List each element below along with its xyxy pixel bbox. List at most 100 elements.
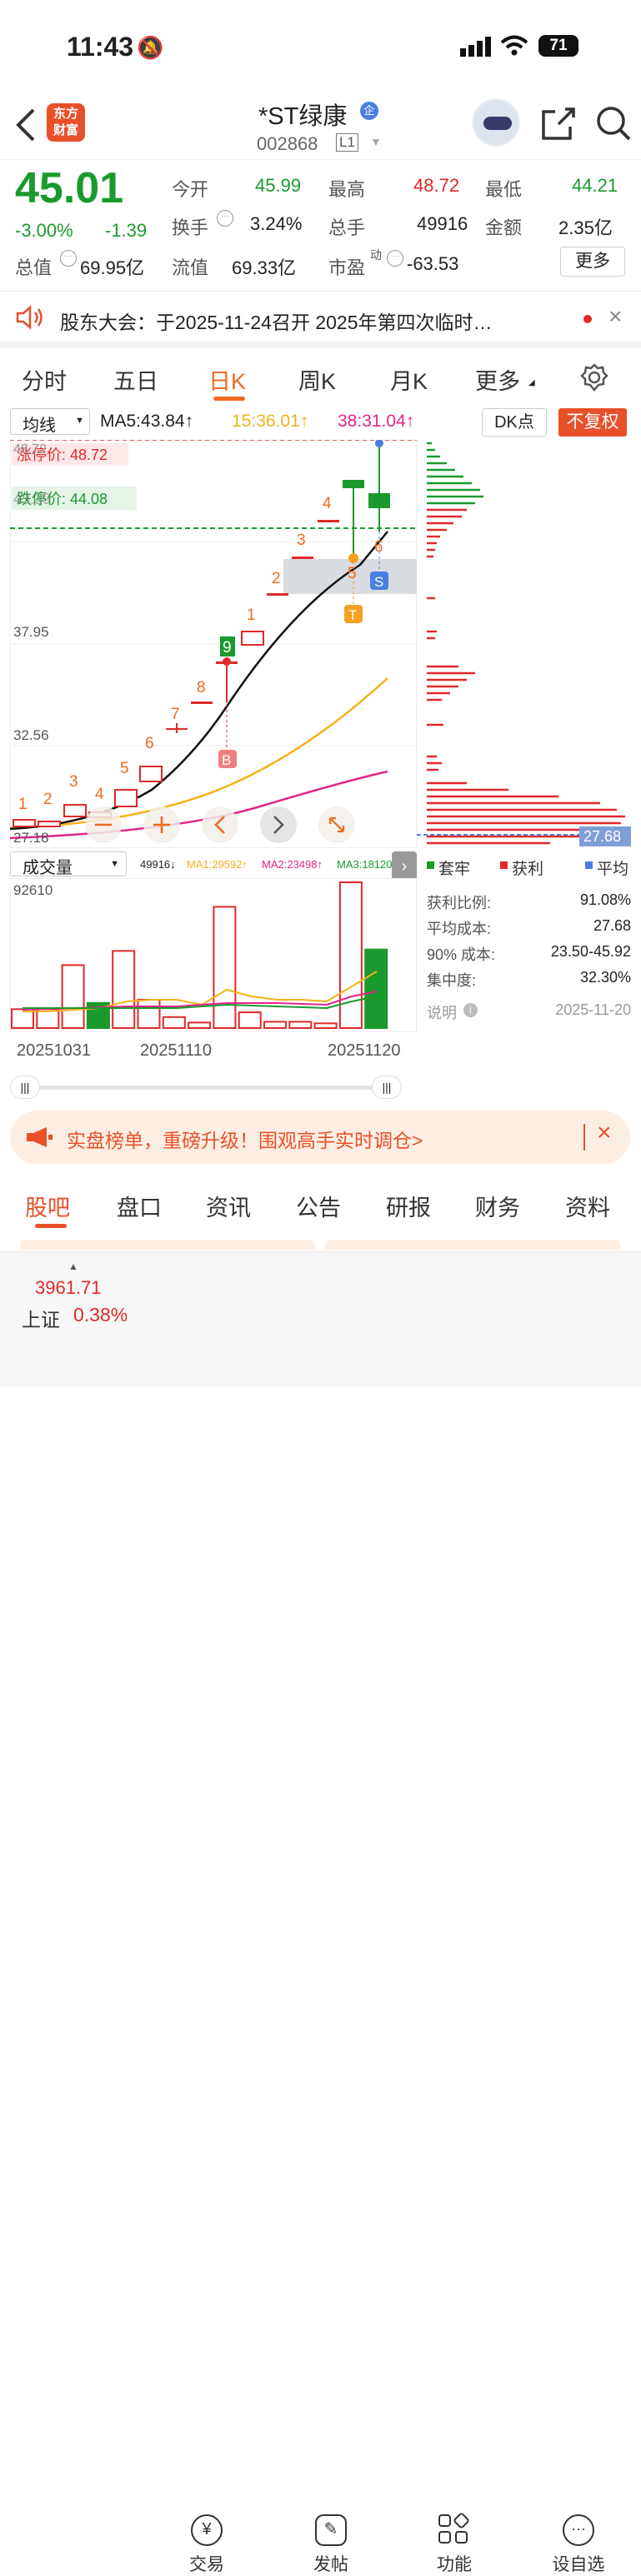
tab-research[interactable]: 研报	[386, 1190, 431, 1222]
tab-orderbook[interactable]: 盘口	[117, 1190, 162, 1222]
index-pct: 0.38%	[73, 1304, 128, 1325]
seq-marker: 5	[348, 565, 357, 582]
dropdown-icon[interactable]: ▼	[370, 135, 382, 148]
enterprise-badge: 企	[360, 102, 378, 120]
fullscreen-button[interactable]	[318, 806, 355, 843]
volume-bar	[188, 1021, 212, 1030]
nav-add-watchlist[interactable]: ··· 设自选	[537, 2514, 620, 2576]
megaphone-icon	[27, 1127, 53, 1147]
dk-point-button[interactable]: DK点	[482, 408, 547, 437]
ma10-value: 15:36.01↑	[232, 412, 309, 431]
stock-code: 002868	[257, 133, 318, 154]
tab-forum[interactable]: 股吧	[25, 1190, 70, 1222]
chart-range-slider[interactable]: ||| |||	[10, 1076, 417, 1099]
expand-arrow-button[interactable]: ›	[392, 851, 417, 881]
pe-value: -63.53	[407, 253, 459, 274]
top-price-label: 48.72	[13, 442, 47, 457]
tab-five-day[interactable]: 五日	[113, 363, 158, 396]
app-logo[interactable]: 东方 财富	[47, 103, 85, 142]
volume-value: 49916↓	[140, 858, 176, 871]
seq-marker: 4	[95, 786, 104, 803]
y-label: 37.95	[13, 624, 49, 640]
status-time: 11:43	[67, 32, 134, 62]
tab-weekly-k[interactable]: 周K	[298, 363, 336, 396]
volume-bar	[137, 998, 161, 1029]
more-dots-icon: ···	[563, 2514, 594, 2546]
low-value: 44.21	[572, 175, 618, 196]
index-widget[interactable]: ▲ 3961.71 上证 0.38%	[20, 1261, 145, 1335]
ma-bar: 均线 ▼ MA5:43.84↑ 15:36.01↑ 38:31.04↑ DK点 不…	[0, 408, 641, 438]
caret-icon: ◢	[528, 378, 535, 387]
index-value: 3961.71	[35, 1277, 102, 1298]
settings-gear-icon[interactable]	[580, 363, 608, 392]
mute-icon: 🔕	[137, 35, 164, 60]
banner-text[interactable]: 实盘榜单，重磅升级！围观高手实时调仓>	[67, 1125, 423, 1153]
adjust-button[interactable]: 不复权	[558, 408, 627, 437]
seq-marker: 7	[171, 706, 180, 723]
index-name: 上证	[22, 1309, 60, 1330]
volume-bar	[238, 1011, 262, 1029]
slider-handle-right[interactable]: |||	[372, 1076, 402, 1099]
nav-post[interactable]: ✎ 发帖	[289, 2514, 373, 2576]
tab-news[interactable]: 资讯	[206, 1190, 251, 1222]
search-icon[interactable]	[595, 105, 632, 142]
zoom-out-button[interactable]	[85, 806, 122, 843]
date-label: 20251031	[17, 1041, 91, 1060]
tab-daily-k[interactable]: 日K	[208, 363, 246, 396]
info-dots-icon[interactable]: ···	[60, 250, 77, 267]
float-label: 流值	[172, 257, 209, 278]
t-signal-marker: T	[348, 607, 357, 623]
seq-marker-9: 9	[223, 639, 232, 656]
next-button[interactable]	[260, 806, 297, 843]
tab-financials[interactable]: 财务	[475, 1190, 520, 1222]
notice-bar[interactable]: 股东大会：于2025-11-24召开 2025年第四次临时… ×	[0, 292, 641, 348]
prev-button[interactable]	[202, 806, 238, 843]
tab-profile[interactable]: 资料	[565, 1190, 610, 1222]
cost-90-row: 90% 成本: 23.50-45.92	[427, 943, 631, 963]
quote-panel: 45.01 -3.00% -1.39 今开 45.99 最高 48.72 最低 …	[0, 160, 641, 292]
tab-intraday[interactable]: 分时	[22, 363, 67, 396]
seq-marker: 6	[145, 735, 154, 752]
vol-ma2: MA2:23498↑	[262, 858, 323, 871]
bottom-nav: ▲ 3961.71 上证 0.38% ¥ 交易 ✎ 发帖 功能 ··· 设自选	[0, 1251, 641, 2574]
volume-bar	[213, 906, 237, 1029]
level-badge[interactable]: L1	[336, 133, 358, 152]
zoom-in-button[interactable]	[143, 806, 180, 843]
info-icon[interactable]: i	[463, 1003, 478, 1017]
red-dot-icon	[583, 315, 592, 323]
vol-ma1: MA1:29592↑	[187, 858, 248, 871]
legend-average: 平均	[597, 861, 629, 878]
share-icon[interactable]	[540, 107, 575, 142]
volume-bar	[313, 1022, 338, 1030]
close-icon[interactable]: ×	[608, 303, 622, 330]
avg-cost-label: 27.68	[583, 828, 621, 845]
info-dots-icon[interactable]: ···	[217, 210, 233, 227]
seq-marker: 8	[197, 679, 206, 696]
tab-announcements[interactable]: 公告	[296, 1190, 341, 1222]
tab-more[interactable]: 更多	[475, 363, 520, 396]
nav-trade[interactable]: ¥ 交易	[165, 2514, 248, 2576]
volume-selector[interactable]: 成交量 ▼	[10, 851, 127, 877]
info-dots-icon[interactable]: ···	[387, 250, 403, 267]
kline-chart[interactable]: 涨停价: 48.72 48.72 跌停价: 44.08 43.39 37.95 …	[10, 440, 417, 848]
tab-monthly-k[interactable]: 月K	[390, 363, 428, 396]
dropdown-icon: ▼	[75, 416, 84, 426]
mcap-value: 69.95亿	[80, 257, 145, 278]
back-icon[interactable]	[15, 108, 37, 142]
more-button[interactable]: 更多	[560, 247, 625, 277]
stock-name: *ST绿康	[258, 103, 348, 130]
battery-icon: 71	[538, 35, 578, 57]
overlap-price-label: 43.39	[13, 491, 51, 507]
explain-row[interactable]: 说明 i 2025-11-20	[427, 1001, 631, 1023]
float-value: 69.33亿	[232, 257, 297, 278]
close-icon[interactable]: ×	[597, 1119, 612, 1147]
notice-text[interactable]: 股东大会：于2025-11-24召开 2025年第四次临时…	[60, 307, 493, 335]
robot-avatar-icon[interactable]	[472, 98, 520, 147]
promo-banner[interactable]: 实盘榜单，重磅升级！围观高手实时调仓> ×	[10, 1111, 630, 1164]
ma-selector[interactable]: 均线 ▼	[10, 408, 90, 435]
legend-trapped: 套牢	[438, 861, 471, 878]
high-label: 最高	[328, 179, 366, 200]
nav-functions[interactable]: 功能	[413, 2511, 496, 2576]
amount-label: 金额	[485, 217, 523, 238]
slider-handle-left[interactable]: |||	[10, 1076, 40, 1099]
